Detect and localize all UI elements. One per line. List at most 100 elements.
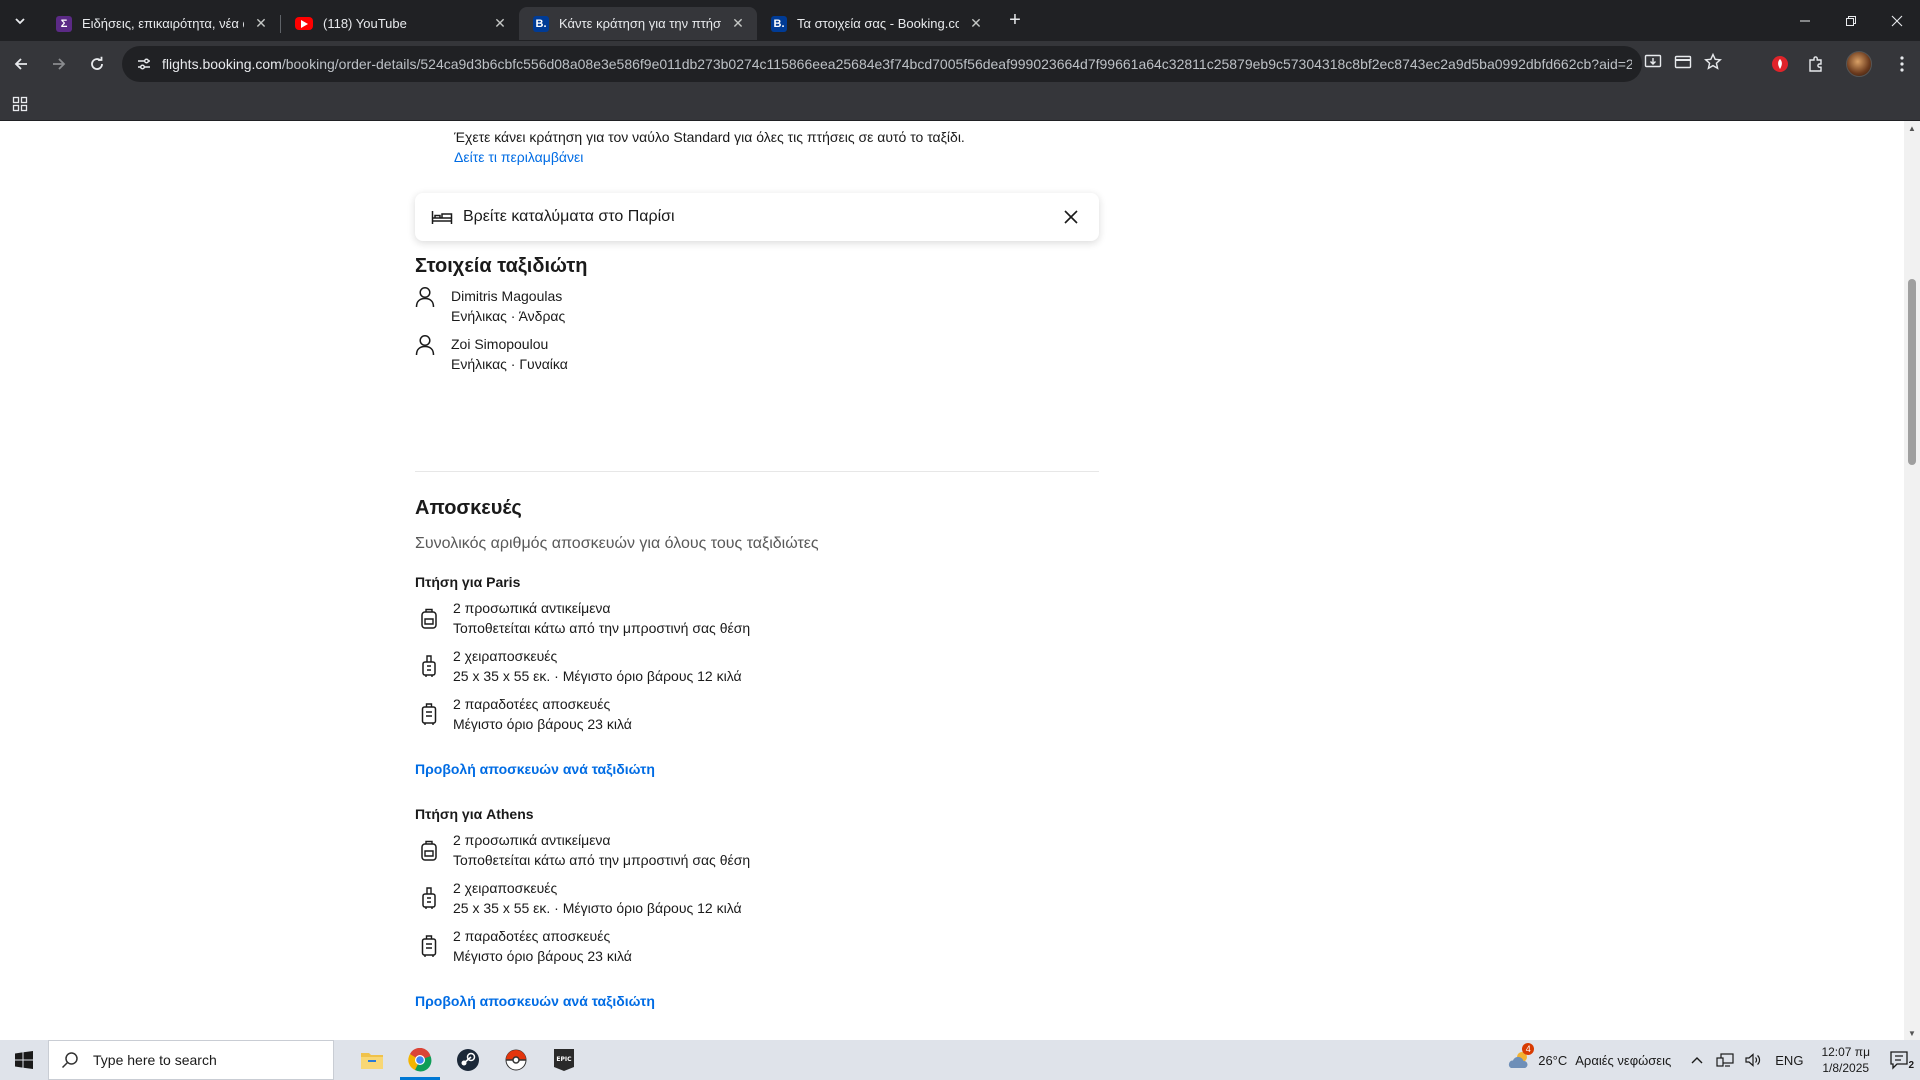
person-icon <box>415 286 437 310</box>
tab-search-button[interactable] <box>6 7 34 35</box>
menu-kebab-icon[interactable] <box>1885 47 1919 81</box>
tab-booking-flight[interactable]: B. Κάντε κράτηση για την πτήση ✕ <box>519 7 757 40</box>
close-window-button[interactable] <box>1874 0 1920 41</box>
pokeball-icon <box>505 1049 527 1071</box>
profile-button[interactable] <box>1835 47 1883 81</box>
scrollbar-thumb[interactable] <box>1908 279 1916 465</box>
chrome-taskbar-button[interactable] <box>396 1040 444 1080</box>
close-icon[interactable]: ✕ <box>967 15 985 33</box>
flight-heading: Πτήση για Paris <box>415 574 521 590</box>
chevron-up-icon <box>1691 1057 1703 1064</box>
folder-icon <box>361 1053 383 1069</box>
start-button[interactable] <box>0 1040 48 1080</box>
traveller-details: Ενήλικας · Γυναίκα <box>451 356 568 372</box>
close-icon <box>1891 15 1903 26</box>
reload-icon <box>91 56 103 70</box>
restore-icon <box>1846 15 1856 26</box>
extension-red-icon[interactable] <box>1763 47 1797 81</box>
network-button[interactable] <box>1713 1048 1737 1072</box>
cabin-bag-icon <box>417 653 441 679</box>
tab-title: Τα στοιχεία σας - Booking.com <box>797 16 959 31</box>
weather-temperature: 26°C <box>1538 1052 1568 1068</box>
accommodation-prompt: Βρείτε καταλύματα στο Παρίσι <box>463 208 675 225</box>
fare-details-link[interactable]: Δείτε τι περιλαμβάνει <box>454 149 583 165</box>
baggage-item: 2 προσωπικά αντικείμενα Τοποθετείται κάτ… <box>415 598 1115 638</box>
close-icon[interactable]: ✕ <box>729 15 747 33</box>
tab-title: Ειδήσεις, επικαιρότητα, νέα απ <box>82 16 244 31</box>
chrome-icon <box>408 1048 432 1072</box>
arrow-right-icon <box>53 58 66 70</box>
address-bar[interactable]: flights.booking.com/booking/order-detail… <box>122 46 1642 82</box>
traveller-item: Zoi Simopoulou Ενήλικας · Γυναίκα <box>415 334 1015 374</box>
volume-button[interactable] <box>1741 1048 1765 1072</box>
booking-favicon-icon: B. <box>533 15 549 32</box>
toolbar-right <box>1762 41 1920 87</box>
personal-item-bag-icon <box>417 605 441 631</box>
restore-button[interactable] <box>1828 0 1874 41</box>
close-banner-button[interactable] <box>1059 205 1083 229</box>
close-icon[interactable]: ✕ <box>252 15 270 33</box>
traveller-name: Dimitris Magoulas <box>451 288 563 304</box>
epic-games-button[interactable]: EPIC <box>540 1040 588 1080</box>
view-baggage-per-traveller-link[interactable]: Προβολή αποσκευών ανά ταξιδιώτη <box>415 993 655 1009</box>
tab-youtube[interactable]: (118) YouTube ✕ <box>281 7 519 40</box>
baggage-title: 2 χειραποσκευές <box>453 648 558 664</box>
speaker-icon <box>1745 1053 1761 1067</box>
pokeball-app-button[interactable] <box>492 1040 540 1080</box>
minimize-button[interactable] <box>1782 0 1828 41</box>
network-icon <box>1716 1053 1734 1067</box>
view-baggage-per-traveller-link[interactable]: Προβολή αποσκευών ανά ταξιδιώτη <box>415 761 655 777</box>
window-controls <box>1782 0 1920 41</box>
bed-icon <box>431 207 453 227</box>
payment-card-icon[interactable] <box>1674 53 1692 76</box>
reload-button[interactable] <box>80 47 114 81</box>
baggage-desc: 25 x 35 x 55 εκ. · Μέγιστο όριο βάρους 1… <box>453 668 742 684</box>
extensions-puzzle-icon[interactable] <box>1799 47 1833 81</box>
steam-taskbar-button[interactable] <box>444 1040 492 1080</box>
install-app-icon[interactable] <box>1644 53 1662 76</box>
epic-games-icon: EPIC <box>554 1049 574 1071</box>
back-button[interactable] <box>4 47 38 81</box>
bookmark-star-icon[interactable] <box>1704 52 1722 76</box>
baggage-item: 2 παραδοτέες αποσκευές Μέγιστο όριο βάρο… <box>415 926 1115 966</box>
checked-bag-icon <box>417 933 441 959</box>
browser-toolbar: flights.booking.com/booking/order-detail… <box>0 41 1920 87</box>
tab-title: Κάντε κράτηση για την πτήση <box>559 16 721 31</box>
news-favicon-icon: Ʃ <box>56 15 72 32</box>
weather-widget[interactable]: 4 26°C Αραιές νεφώσεις <box>1508 1043 1671 1071</box>
tab-news[interactable]: Ʃ Ειδήσεις, επικαιρότητα, νέα απ ✕ <box>42 7 280 40</box>
person-icon <box>415 334 437 358</box>
windows-taskbar: Type here to search EPIC 4 26°C Αραιές ν… <box>0 1040 1920 1080</box>
page-scrollbar[interactable]: ▲ ▼ <box>1904 121 1920 1040</box>
fare-info-text: Έχετε κάνει κράτηση για τον ναύλο Standa… <box>454 129 965 145</box>
taskbar-search-box[interactable]: Type here to search <box>48 1040 334 1080</box>
baggage-desc: Τοποθετείται κάτω από την μπροστινή σας … <box>453 852 751 868</box>
personal-item-bag-icon <box>417 837 441 863</box>
baggage-item: 2 χειραποσκευές 25 x 35 x 55 εκ. · Μέγισ… <box>415 646 1115 686</box>
chevron-down-icon <box>15 17 25 24</box>
apps-grid-icon[interactable] <box>6 90 34 118</box>
scroll-down-arrow-icon[interactable]: ▼ <box>1904 1026 1920 1040</box>
traveller-item: Dimitris Magoulas Ενήλικας · Άνδρας <box>415 286 1015 326</box>
baggage-title: 2 προσωπικά αντικείμενα <box>453 600 611 616</box>
avatar <box>1846 51 1872 77</box>
show-hidden-icons-button[interactable] <box>1685 1048 1709 1072</box>
tab-booking-details[interactable]: B. Τα στοιχεία σας - Booking.com ✕ <box>757 7 995 40</box>
file-explorer-button[interactable] <box>348 1040 396 1080</box>
minimize-icon <box>1800 20 1810 21</box>
scroll-up-arrow-icon[interactable]: ▲ <box>1904 121 1920 135</box>
close-icon <box>1064 210 1078 224</box>
baggage-title: 2 παραδοτέες αποσκευές <box>453 696 611 712</box>
clock[interactable]: 12:07 πμ 1/8/2025 <box>1821 1044 1870 1076</box>
close-icon[interactable]: ✕ <box>491 15 509 33</box>
action-center-button[interactable]: 2 <box>1880 1040 1920 1080</box>
baggage-desc: Μέγιστο όριο βάρους 23 κιλά <box>453 948 632 964</box>
site-info-icon[interactable] <box>132 52 156 76</box>
new-tab-button[interactable]: + <box>1001 7 1029 35</box>
baggage-item: 2 προσωπικά αντικείμενα Τοποθετείται κάτ… <box>415 830 1115 870</box>
accommodation-banner[interactable]: Βρείτε καταλύματα στο Παρίσι <box>415 193 1099 241</box>
baggage-heading: Αποσκευές <box>415 497 522 519</box>
input-language[interactable]: ENG <box>1775 1053 1803 1068</box>
arrow-left-icon <box>14 58 27 70</box>
forward-button[interactable] <box>42 47 76 81</box>
